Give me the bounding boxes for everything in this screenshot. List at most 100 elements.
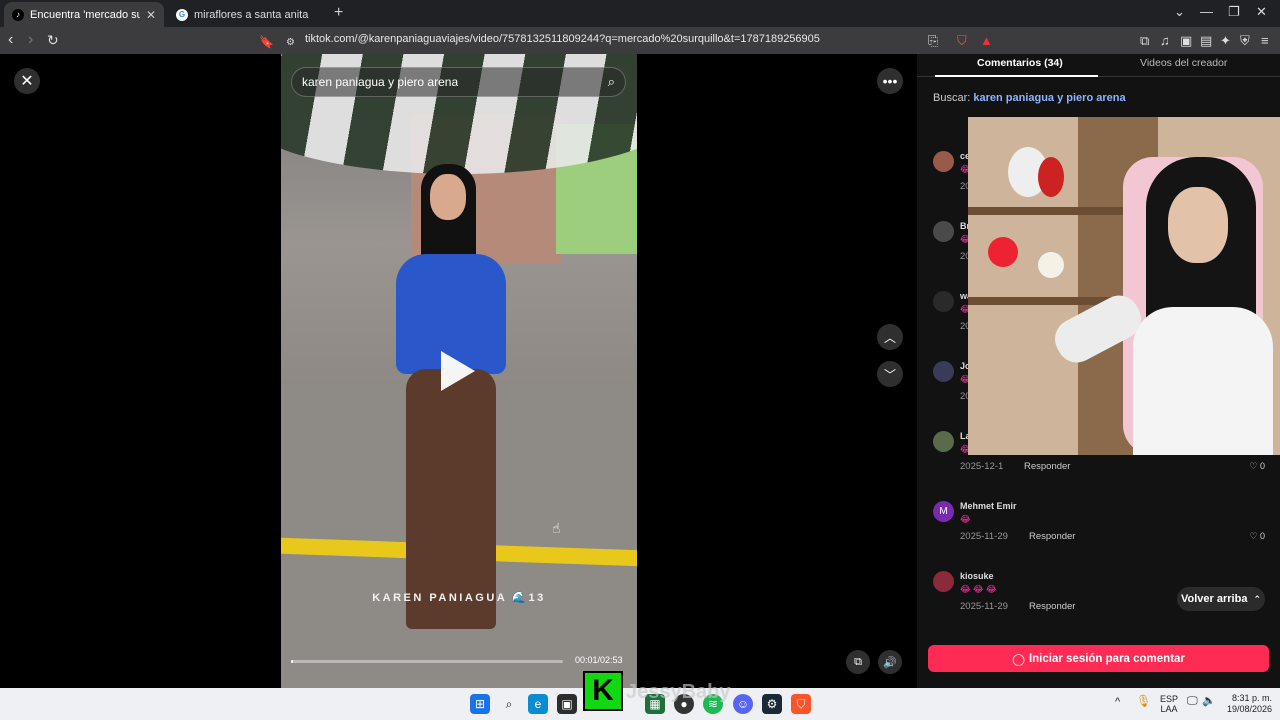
floating-player-button[interactable]: ⧉ [846,650,870,674]
close-icon: ✕ [20,73,34,90]
tiktok-icon: ♪ [12,8,24,21]
login-to-comment-button[interactable]: ◯ Iniciar sesión para comentar [928,645,1269,672]
login-to-comment-label: Iniciar sesión para comentar [1028,652,1185,665]
sidebar-icon[interactable]: ▣ [1180,33,1192,49]
browser-tab-google[interactable]: G miraflores a santa anita - Buscar con [168,2,328,27]
avatar[interactable] [933,151,954,172]
comment-item: M Mehmet Emir 😂 2025-11-29 Responder ♡ 0 [933,501,1273,557]
steam-icon[interactable]: ⚙ [762,694,782,714]
forward-icon[interactable]: › [28,31,33,49]
comment-author[interactable]: Mehmet Emir [960,501,1017,511]
browser-toolbar: ‹ › ↻ 🔖 ⚙ tiktok.com/@karenpaniaguaviaje… [0,27,1280,54]
video-player[interactable]: karen paniagua y piero arena ⌕ KAREN PAN… [281,54,637,688]
reply-button[interactable]: Responder [1029,601,1075,612]
video-progress-bar[interactable] [291,660,563,663]
mouse-cursor-icon: ☝ [552,520,561,536]
translate-icon[interactable]: ⎘ [928,33,938,49]
chevron-up-icon: ︿ [883,330,896,345]
tab-title: Encuentra 'mercado surquillo' en [30,8,140,21]
back-icon[interactable]: ‹ [8,31,13,49]
tab-comments[interactable]: Comentarios (34) [977,57,1063,69]
avatar[interactable] [933,571,954,592]
minimize-icon[interactable]: — [1200,4,1213,19]
video-search-box[interactable]: karen paniagua y piero arena ⌕ [291,67,626,97]
network-icon[interactable]: 🖵 [1187,696,1198,707]
tab-creator-videos[interactable]: Videos del creador [1140,57,1227,69]
volume-icon: 🔊 [883,656,897,669]
active-tab-indicator [935,75,1098,77]
new-tab-button[interactable]: + [334,4,343,22]
close-tab-icon[interactable]: ✕ [146,8,156,22]
microphone-icon[interactable]: 🎙 [1136,695,1151,707]
leo-ai-icon[interactable]: ✦ [1220,33,1231,49]
reply-button[interactable]: Responder [1024,461,1070,472]
comments-panel: Comentarios (34) Videos del creador Busc… [917,54,1280,688]
search-label: Buscar: [933,92,971,104]
menu-icon[interactable]: ≡ [1261,33,1269,48]
start-icon[interactable]: ⊞ [470,694,490,714]
wallet-icon[interactable]: ▤ [1200,33,1212,49]
reply-button[interactable]: Responder [1029,531,1075,542]
previous-video-button[interactable]: ︿ [877,324,903,350]
clock-time: 8:31 p. m. [1231,693,1272,703]
discord-icon[interactable]: ☺ [733,694,753,714]
avatar[interactable] [933,221,954,242]
comment-author[interactable]: kiosuke [960,571,994,581]
tab-list-icon[interactable]: ⌄ [1174,4,1185,20]
language-top: ESP [1160,694,1179,704]
brave-icon[interactable]: ⛉ [791,694,811,714]
language-bottom: LAA [1160,704,1178,714]
video-timecode: 00:01/02:53 [575,655,623,665]
scroll-to-top-button[interactable]: Volver arriba ⌃ [1177,587,1265,611]
video-frame-person [376,164,526,644]
search-icon[interactable]: ⌕ [499,694,519,714]
search-icon[interactable]: ⌕ [608,74,615,90]
close-video-button[interactable]: ✕ [14,68,40,94]
avatar[interactable]: M [933,501,954,522]
browser-tab-strip: ♪ Encuentra 'mercado surquillo' en ✕ G m… [0,0,1280,27]
tray-chevron-icon[interactable]: ^ [1115,697,1120,708]
avatar[interactable] [933,431,954,452]
clock-date: 19/08/2026 [1226,704,1272,714]
language-indicator[interactable]: ESP LAA [1160,694,1178,714]
double-chevron-up-icon: ⌃ [1253,593,1261,604]
search-suggestion-query[interactable]: karen paniagua y piero arena [973,92,1125,104]
brave-shields-icon[interactable]: ⛉ [957,33,967,49]
more-icon: ••• [882,73,898,89]
comment-text: 😂 [960,514,971,524]
like-button[interactable]: ♡ 0 [1249,461,1265,472]
panel-tabs: Comentarios (34) Videos del creador [917,54,1280,77]
app-icon[interactable]: ▣ [557,694,577,714]
webcam-overlay [968,117,1280,455]
site-info-icon[interactable]: ⚙ [286,34,295,52]
next-video-button[interactable]: ﹀ [877,361,903,387]
address-bar[interactable]: tiktok.com/@karenpaniaguaviajes/video/75… [305,33,820,45]
maximize-icon[interactable]: ❐ [1228,4,1240,20]
streamer-name: JessyBaby [626,681,731,703]
browser-tab-tiktok[interactable]: ♪ Encuentra 'mercado surquillo' en ✕ [4,2,164,27]
comment-icon: ◯ [1012,653,1025,666]
vpn-icon[interactable]: ⛨ [1240,33,1250,49]
brave-rewards-icon[interactable]: ▲ [980,33,993,48]
extensions-icon[interactable]: ⧉ [1140,33,1149,49]
play-icon[interactable] [441,351,475,391]
bookmark-icon[interactable]: 🔖 [259,33,274,51]
media-icon[interactable]: ♫ [1160,33,1170,48]
more-options-button[interactable]: ••• [877,68,903,94]
comment-text: 😂 😂 😂 [960,584,997,594]
google-icon: G [176,8,188,21]
like-button[interactable]: ♡ 0 [1249,531,1265,542]
edge-icon[interactable]: e [528,694,548,714]
system-clock[interactable]: 8:31 p. m. 19/08/2026 [1226,693,1272,715]
search-suggestion[interactable]: Buscar: karen paniagua y piero arena [933,92,1126,104]
avatar[interactable] [933,361,954,382]
avatar[interactable] [933,291,954,312]
reload-icon[interactable]: ↻ [47,31,59,49]
close-window-icon[interactable]: ✕ [1256,4,1267,20]
tiktok-page: ✕ karen paniagua y piero arena ⌕ KAREN P… [0,54,1280,688]
volume-icon[interactable]: 🔈 [1202,696,1216,707]
volume-button[interactable]: 🔊 [878,650,902,674]
comment-date: 2025-11-29 [960,601,1008,612]
comment-date: 2025-12-1 [960,461,1004,472]
stream-logo: K [583,671,623,711]
